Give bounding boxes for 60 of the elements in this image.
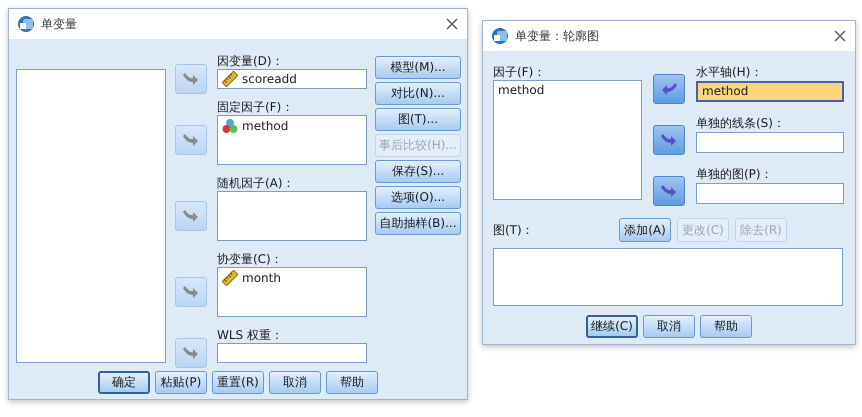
variable-name: method — [242, 119, 288, 133]
window-title: 单变量：轮廓图 — [515, 28, 599, 44]
arrow-icon — [183, 132, 199, 148]
input-field[interactable]: scoreadd — [217, 69, 367, 89]
dialog-button[interactable]: 模型(M)... — [375, 56, 461, 79]
window-title: 单变量 — [41, 16, 77, 32]
arrow-button[interactable] — [653, 176, 685, 206]
factor-list[interactable]: method — [493, 80, 642, 200]
field-label: 图(T)： — [493, 223, 534, 237]
dialog-button[interactable]: 选项(O)... — [375, 186, 461, 209]
dialog-button[interactable]: 帮助 — [700, 315, 752, 338]
input-field[interactable] — [217, 343, 367, 363]
arrow-button[interactable] — [653, 74, 685, 104]
dialog-button[interactable]: 重置(R) — [212, 371, 264, 394]
variable-list[interactable] — [16, 69, 166, 363]
variable-name: month — [242, 271, 281, 285]
ruler-icon — [222, 71, 238, 87]
variable-name: scoreadd — [242, 72, 297, 86]
dialog-button[interactable]: 帮助 — [326, 371, 378, 394]
field-label: 协变量(C)： — [217, 252, 284, 266]
variable-list[interactable]: month — [217, 267, 367, 317]
arrow-icon — [661, 132, 677, 148]
arrow-icon — [661, 183, 677, 199]
arrow-icon — [661, 81, 677, 97]
field-label: 随机因子(A)： — [217, 176, 296, 190]
dialog-button[interactable]: 继续(C) — [586, 315, 638, 338]
field-label: 因子(F)： — [493, 65, 546, 79]
dialog-button[interactable]: 图(T)... — [375, 108, 461, 131]
arrow-icon — [183, 345, 199, 361]
input-field[interactable]: method — [696, 81, 844, 102]
input-field[interactable] — [696, 132, 844, 153]
dialog-button[interactable]: 自助抽样(B)... — [375, 212, 461, 235]
arrow-icon — [183, 208, 199, 224]
arrow-button[interactable] — [653, 125, 685, 155]
field-label: WLS 权重： — [217, 328, 284, 342]
plot-list[interactable] — [493, 248, 843, 306]
dialog-button[interactable]: 取消 — [269, 371, 321, 394]
dialog-button[interactable]: 粘贴(P) — [155, 371, 207, 394]
field-label: 固定因子(F)： — [217, 100, 294, 114]
variable-list[interactable]: method — [217, 115, 367, 165]
variable-list[interactable] — [217, 191, 367, 241]
dialog-button[interactable]: 取消 — [643, 315, 695, 338]
field-label: 单独的图(P)： — [696, 167, 774, 181]
balls-icon — [222, 118, 238, 134]
app-icon — [17, 15, 35, 33]
field-label: 因变量(D)： — [217, 54, 285, 68]
ruler-icon — [222, 270, 238, 286]
close-icon[interactable] — [445, 17, 459, 31]
variable-name: method — [498, 83, 544, 97]
dialog-button[interactable]: 对比(N)... — [375, 82, 461, 105]
input-field[interactable] — [696, 183, 844, 204]
dialog-button[interactable]: 添加(A) — [619, 218, 671, 242]
field-label: 单独的线条(S)： — [696, 116, 786, 130]
arrow-icon — [183, 284, 199, 300]
close-icon[interactable] — [833, 29, 847, 43]
arrow-icon — [183, 71, 199, 87]
field-label: 水平轴(H)： — [696, 65, 764, 79]
dialog-button[interactable]: 保存(S)... — [375, 160, 461, 183]
dialog-button[interactable]: 确定 — [98, 371, 150, 394]
app-icon — [491, 27, 509, 45]
